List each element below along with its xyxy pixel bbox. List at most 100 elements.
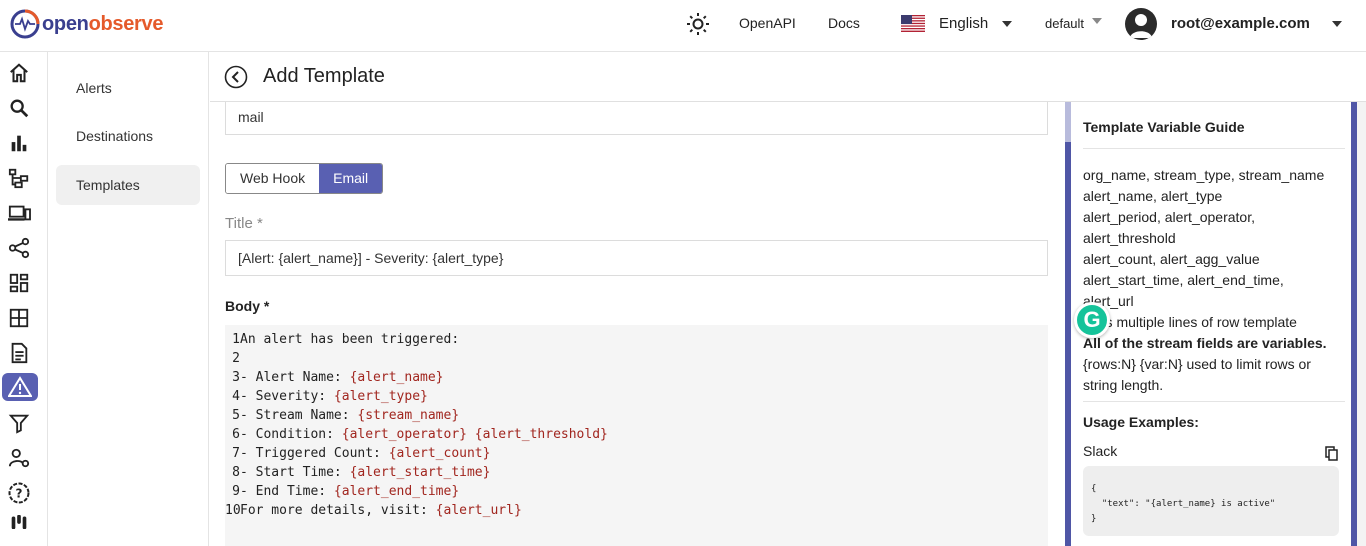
left-nav: ? (0, 52, 48, 546)
slack-icon[interactable] (6, 515, 32, 529)
line-number: 10 (225, 503, 241, 518)
us-flag-icon (901, 15, 925, 32)
logo-text-open: open (42, 12, 89, 35)
code-text: An alert has been triggered: (240, 332, 460, 347)
code-variable: {alert_operator} {alert_threshold} (341, 427, 608, 442)
settings-icon[interactable]: ? (6, 480, 32, 506)
language-label: English (939, 15, 989, 32)
line-number: 8 (232, 465, 240, 480)
line-number: 6 (232, 427, 240, 442)
code-line: 5- Stream Name: {stream_name} (225, 406, 459, 425)
code-variable: {alert_url} (435, 503, 522, 518)
code-text: - Triggered Count: (240, 446, 389, 461)
template-name-input[interactable]: mail (225, 102, 1048, 135)
language-select[interactable]: English (939, 15, 1013, 32)
guide-variable-line: alert_count, alert_agg_value (1083, 251, 1260, 267)
grammarly-icon[interactable]: G (1074, 302, 1110, 338)
line-number: 3 (232, 370, 240, 385)
usage-examples-title: Usage Examples: (1083, 414, 1199, 430)
guide-variable-line: alert_start_time, alert_end_time, (1083, 272, 1284, 288)
guide-scrollbar[interactable] (1065, 102, 1071, 142)
code-line: "text": "{alert_name} is active" (1091, 499, 1276, 509)
page-scrollbar[interactable] (1357, 102, 1366, 546)
user-email: root@example.com (1171, 15, 1310, 32)
email-option-button[interactable]: Email (319, 164, 383, 193)
dashboards-icon[interactable] (6, 270, 32, 296)
code-line: 7- Triggered Count: {alert_count} (225, 444, 490, 463)
theme-toggle-icon[interactable] (686, 12, 710, 36)
guide-variable-line: alert_period, alert_operator, (1083, 209, 1255, 225)
body-code-editor[interactable]: 1An alert has been triggered: 2 3- Alert N… (225, 325, 1048, 546)
alerts-icon[interactable] (2, 373, 38, 401)
guide-note-bold: All of the stream fields are variables. (1083, 335, 1327, 351)
logo-mark-icon (10, 9, 40, 39)
metrics-icon[interactable] (6, 130, 32, 156)
iam-icon[interactable] (6, 445, 32, 471)
code-text: For more details, visit: (240, 503, 436, 518)
functions-icon[interactable] (6, 410, 32, 436)
line-number: 9 (232, 484, 240, 499)
guide-limit-line: string length. (1083, 377, 1164, 393)
traces-icon[interactable] (6, 165, 32, 191)
org-label: default (1045, 16, 1085, 31)
webhook-option-button[interactable]: Web Hook (226, 164, 320, 193)
svg-text:?: ? (16, 487, 23, 501)
chevron-down-icon (1332, 21, 1343, 28)
code-line: 4- Severity: {alert_type} (225, 387, 428, 406)
home-icon[interactable] (6, 60, 32, 86)
code-line: 1An alert has been triggered: (225, 330, 459, 349)
body-label: Body * (225, 298, 270, 314)
chevron-down-icon (1091, 17, 1102, 24)
template-form: mail Web Hook Email Title * [Alert: {ale… (210, 102, 1062, 546)
page-header: Add Template (210, 52, 1366, 102)
subnav-item-destinations[interactable]: Destinations (56, 116, 200, 156)
subnav-item-templates[interactable]: Templates (56, 165, 200, 205)
code-variable: {alert_name} (349, 370, 444, 385)
guide-title: Template Variable Guide (1083, 119, 1245, 135)
code-text: - Start Time: (240, 465, 350, 480)
back-arrow-icon[interactable] (224, 65, 248, 89)
docs-link[interactable]: Docs (828, 15, 860, 31)
search-icon[interactable] (6, 95, 32, 121)
line-number: 5 (232, 408, 240, 423)
code-text: - Severity: (240, 389, 334, 404)
logo-text-observe: observe (88, 12, 164, 35)
subnav-item-alerts[interactable]: Alerts (56, 68, 200, 108)
line-number: 4 (232, 389, 240, 404)
guide-limit-line: {rows:N} {var:N} used to limit rows or (1083, 356, 1311, 372)
code-text: - Stream Name: (240, 408, 358, 423)
pipeline-icon[interactable] (6, 235, 32, 261)
chevron-down-icon (1002, 21, 1013, 28)
slack-example-code: { "text": "{alert_name} is active" } (1083, 466, 1339, 536)
code-variable: {alert_type} (333, 389, 428, 404)
avatar[interactable] (1125, 8, 1157, 40)
guide-variable-line: alert_threshold (1083, 230, 1176, 246)
code-line: } (1091, 514, 1097, 524)
code-line: 9- End Time: {alert_end_time} (225, 482, 459, 501)
code-line: 3- Alert Name: {alert_name} (225, 368, 444, 387)
streams-icon[interactable] (6, 305, 32, 331)
code-variable: {alert_start_time} (349, 465, 491, 480)
alerts-subnav: Alerts Destinations Templates (48, 52, 209, 546)
line-number: 1 (232, 332, 240, 347)
guide-variable-line: org_name, stream_type, stream_name (1083, 167, 1325, 183)
openobserve-logo[interactable]: openobserve (10, 9, 163, 39)
code-text: - Condition: (240, 427, 342, 442)
line-number: 2 (232, 351, 240, 366)
title-input[interactable]: [Alert: {alert_name}] - Severity: {alert… (225, 240, 1048, 276)
code-text: - Alert Name: (240, 370, 350, 385)
code-variable: {alert_count} (388, 446, 491, 461)
guide-divider (1083, 148, 1345, 149)
reports-icon[interactable] (6, 340, 32, 366)
code-line: { (1091, 484, 1097, 494)
copy-icon[interactable] (1325, 446, 1339, 461)
code-variable: {alert_end_time} (333, 484, 460, 499)
user-menu[interactable]: root@example.com (1171, 15, 1343, 32)
org-select[interactable]: default (1045, 16, 1102, 31)
openapi-link[interactable]: OpenAPI (739, 15, 796, 31)
page-title: Add Template (263, 65, 385, 87)
rum-icon[interactable] (6, 200, 32, 226)
code-variable: {stream_name} (357, 408, 460, 423)
guide-variable-line: rows multiple lines of row template (1083, 314, 1297, 330)
code-line: 2 (225, 349, 240, 368)
